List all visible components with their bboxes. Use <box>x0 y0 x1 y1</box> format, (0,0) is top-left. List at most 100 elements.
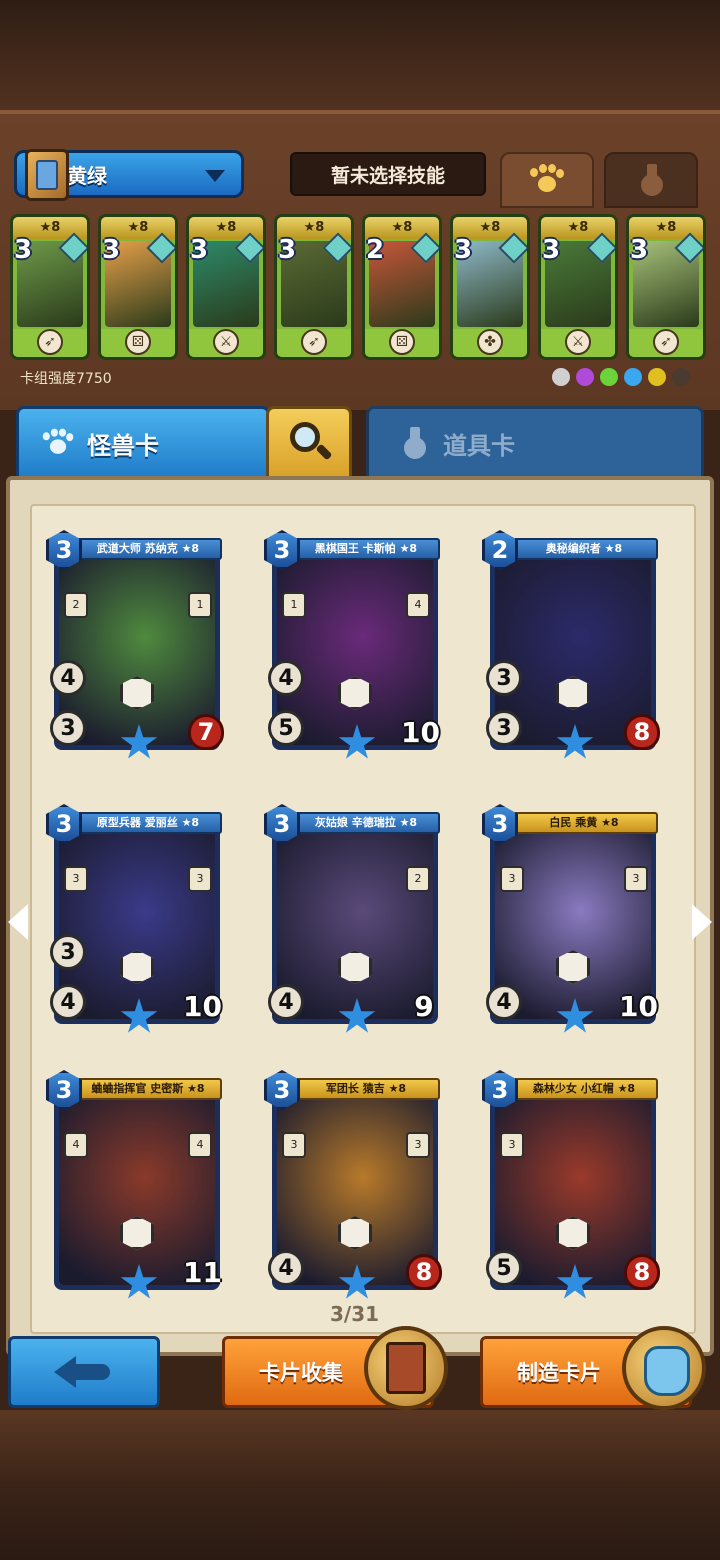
card-name: 武道大师 苏纳克 ★8 <box>74 538 222 560</box>
deck-card-cost: 3 <box>278 235 297 265</box>
card-name: 蛐蛐指挥官 史密斯 ★8 <box>74 1078 222 1100</box>
card-hp: 10 <box>183 989 222 1023</box>
tab-item-cards[interactable]: 道具卡 <box>366 406 704 480</box>
card-hp: 8 <box>406 1254 442 1290</box>
card-hp: 9 <box>414 989 434 1023</box>
side-stat-right: 4 <box>406 592 430 618</box>
sword-icon: ⚔ <box>565 329 591 355</box>
card-name: 灰姑娘 辛德瑞拉 ★8 <box>292 812 440 834</box>
dice-icon: ⚄ <box>389 329 415 355</box>
side-stat-right: 3 <box>624 866 648 892</box>
paw-icon <box>530 164 564 196</box>
card-art <box>277 1089 433 1285</box>
potion-icon <box>397 427 431 459</box>
card-collection-emblem-icon[interactable] <box>364 1326 448 1410</box>
card-name: 黑棋国王 卡斯帕 ★8 <box>292 538 440 560</box>
side-stat-right: 3 <box>188 866 212 892</box>
monster-card[interactable]: 森林少女 小红帽 ★8 3 3 8 5 <box>482 1070 662 1302</box>
deck-card-cost: 3 <box>630 235 649 265</box>
deck-card[interactable]: ★8 3 ⚄ <box>98 214 178 360</box>
deck-card[interactable]: ★8 3 ⚔ <box>186 214 266 360</box>
deck-strength: 卡组强度7750 <box>20 371 112 387</box>
card-stat-bottom: 4 <box>268 984 304 1020</box>
monster-card[interactable]: 武道大师 苏纳克 ★8 3 2 1 7 4 3 <box>46 530 226 762</box>
deck-selector[interactable]: 黄绿 <box>14 149 244 201</box>
side-stat-right: 2 <box>406 866 430 892</box>
paw-icon <box>42 428 74 458</box>
back-arrow-icon <box>54 1352 114 1392</box>
card-name: 森林少女 小红帽 ★8 <box>510 1078 658 1100</box>
card-name: 白民 乘黄 ★8 <box>510 812 658 834</box>
faction-icon[interactable] <box>624 368 642 386</box>
side-stat-left: 3 <box>64 866 88 892</box>
card-stat-top: 3 <box>486 660 522 696</box>
deck-card-cost: 3 <box>454 235 473 265</box>
card-name: 军团长 猿吉 ★8 <box>292 1078 440 1100</box>
tab-monster-cards[interactable]: 怪兽卡 <box>16 406 270 480</box>
faction-icon[interactable] <box>552 368 570 386</box>
bow-icon: ➶ <box>653 329 679 355</box>
monster-card[interactable]: 灰姑娘 辛德瑞拉 ★8 3 2 9 4 <box>264 804 444 1036</box>
card-art <box>59 549 215 745</box>
bottom-background <box>0 1410 720 1560</box>
card-hp: 7 <box>188 714 224 750</box>
faction-icon[interactable] <box>576 368 594 386</box>
next-page-arrow[interactable] <box>692 904 712 940</box>
card-hp: 10 <box>619 989 658 1023</box>
prev-page-arrow[interactable] <box>8 904 28 940</box>
deck-card[interactable]: ★8 3 ➶ <box>274 214 354 360</box>
side-stat-right: 1 <box>188 592 212 618</box>
monster-card[interactable]: 蛐蛐指挥官 史密斯 ★8 3 4 4 11 <box>46 1070 226 1302</box>
monster-card[interactable]: 奥秘编织者 ★8 2 8 3 3 <box>482 530 662 762</box>
card-art <box>495 549 651 745</box>
deck-card-cost: 3 <box>102 235 121 265</box>
search-icon <box>286 420 333 466</box>
side-stat-left: 4 <box>64 1132 88 1158</box>
card-name: 奥秘编织者 ★8 <box>510 538 658 560</box>
card-stat-bottom: 4 <box>486 984 522 1020</box>
tab-monster-label: 怪兽卡 <box>87 431 159 460</box>
deck-card[interactable]: ★8 3 ➶ <box>10 214 90 360</box>
tab-monster-filter[interactable] <box>500 152 594 208</box>
page-indicator: 3/31 <box>330 1302 380 1326</box>
side-stat-right: 3 <box>406 1132 430 1158</box>
card-collection-label: 卡片收集 <box>259 1361 343 1385</box>
tab-item-label: 道具卡 <box>443 431 515 460</box>
monster-card[interactable]: 黑棋国王 卡斯帕 ★8 3 1 4 10 4 5 <box>264 530 444 762</box>
card-stat-bottom: 3 <box>486 710 522 746</box>
card-stat-bottom: 3 <box>50 710 86 746</box>
deck-book-icon <box>25 149 69 201</box>
card-stat-bottom: 5 <box>268 710 304 746</box>
deck-card-cost: 3 <box>542 235 561 265</box>
search-button[interactable] <box>266 406 352 480</box>
dice-icon: ⚄ <box>125 329 151 355</box>
sword-icon: ⚔ <box>213 329 239 355</box>
deck-card[interactable]: ★8 3 ✤ <box>450 214 530 360</box>
card-hp: 8 <box>624 714 660 750</box>
monster-card[interactable]: 原型兵器 爱丽丝 ★8 3 3 3 10 3 4 <box>46 804 226 1036</box>
deck-card-cost: 3 <box>190 235 209 265</box>
deck-card-row: ★8 3 ➶ ★8 3 ⚄ ★8 3 ⚔ ★8 3 ➶ ★8 2 ⚄ ★8 3 ✤ ★8 3 ⚔ ★8 3 ➶ <box>10 214 710 362</box>
craft-potion-emblem-icon[interactable] <box>622 1326 706 1410</box>
skill-selector[interactable]: 暂未选择技能 <box>290 152 486 196</box>
card-stat-bottom: 4 <box>50 984 86 1020</box>
card-stat-top: 4 <box>268 660 304 696</box>
tab-item-filter[interactable] <box>604 152 698 208</box>
card-art <box>495 1089 651 1285</box>
monster-card[interactable]: 军团长 猿吉 ★8 3 3 3 8 4 <box>264 1070 444 1302</box>
back-button[interactable] <box>8 1336 160 1408</box>
deck-card[interactable]: ★8 2 ⚄ <box>362 214 442 360</box>
faction-icon[interactable] <box>648 368 666 386</box>
chevron-down-icon <box>205 170 225 182</box>
faction-icon[interactable] <box>672 368 690 386</box>
faction-icon[interactable] <box>600 368 618 386</box>
card-hp: 10 <box>401 715 440 749</box>
potion-icon <box>634 164 668 196</box>
monster-card[interactable]: 白民 乘黄 ★8 3 3 3 10 4 <box>482 804 662 1036</box>
side-stat-left: 3 <box>500 1132 524 1158</box>
deck-name: 黄绿 <box>67 163 107 188</box>
deck-card[interactable]: ★8 3 ➶ <box>626 214 706 360</box>
deck-card-cost: 3 <box>14 235 33 265</box>
side-stat-left: 3 <box>282 1132 306 1158</box>
deck-card[interactable]: ★8 3 ⚔ <box>538 214 618 360</box>
